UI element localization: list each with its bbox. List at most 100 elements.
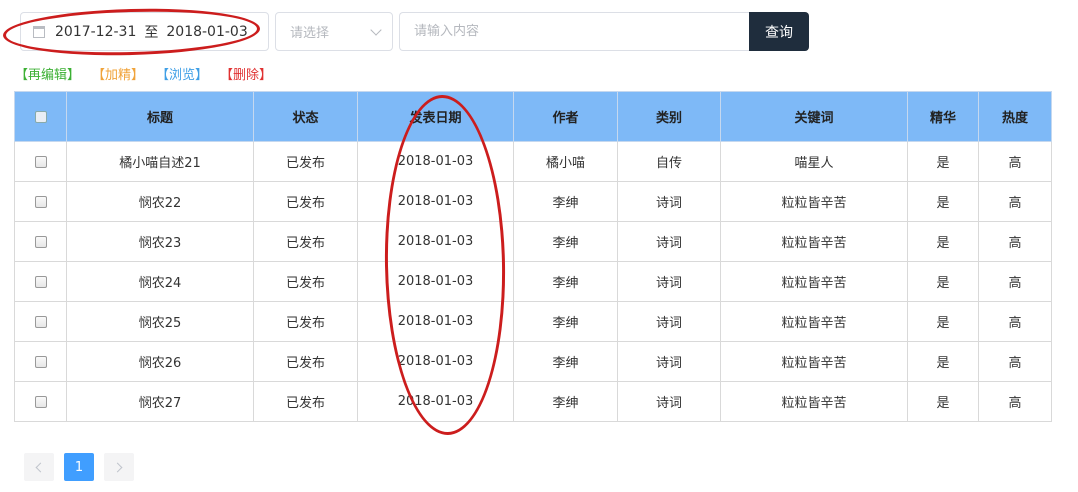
cell-author: 李绅 (513, 341, 618, 382)
table-body: 橘小喵自述21 已发布 2018-01-03 橘小喵 自传 喵星人 是 高 悯农… (14, 141, 1052, 422)
search-input[interactable] (399, 12, 749, 51)
row-checkbox[interactable] (34, 355, 47, 368)
cell-publish-date: 2018-01-03 (357, 221, 514, 262)
cell-keywords: 喵星人 (720, 141, 908, 182)
cell-keywords: 粒粒皆辛苦 (720, 181, 908, 222)
cell-category: 诗词 (617, 181, 721, 222)
edit-again-link[interactable]: 【再编辑】 (15, 64, 80, 83)
page-number-button[interactable]: 1 (64, 453, 94, 481)
cell-title: 悯农23 (66, 221, 254, 262)
cell-author: 李绅 (513, 301, 618, 342)
cell-status: 已发布 (253, 341, 358, 382)
cell-keywords: 粒粒皆辛苦 (720, 341, 908, 382)
cell-popularity: 高 (978, 181, 1052, 222)
cell-author: 橘小喵 (513, 141, 618, 182)
calendar-icon (33, 25, 45, 38)
cell-popularity: 高 (978, 221, 1052, 262)
column-header-title[interactable]: 标题 (66, 91, 254, 142)
action-links: 【再编辑】 【加精】 【浏览】 【删除】 (15, 64, 284, 83)
cell-author: 李绅 (513, 381, 618, 422)
prev-page-button[interactable] (24, 453, 54, 481)
cell-title: 橘小喵自述21 (66, 141, 254, 182)
cell-publish-date: 2018-01-03 (357, 381, 514, 422)
cell-status: 已发布 (253, 141, 358, 182)
cell-title: 悯农25 (66, 301, 254, 342)
select-all-checkbox[interactable] (34, 110, 47, 123)
cell-status: 已发布 (253, 181, 358, 222)
column-header-status[interactable]: 状态 (253, 91, 358, 142)
cell-publish-date: 2018-01-03 (357, 341, 514, 382)
cell-featured: 是 (907, 341, 979, 382)
row-checkbox[interactable] (34, 395, 47, 408)
cell-popularity: 高 (978, 381, 1052, 422)
table-header: 标题 状态 发表日期 作者 类别 关键词 精华 热度 (14, 91, 1052, 142)
cell-publish-date: 2018-01-03 (357, 261, 514, 302)
date-start[interactable]: 2017-12-31 (55, 24, 136, 40)
select-all-cell (14, 91, 67, 142)
cell-title: 悯农22 (66, 181, 254, 222)
cell-category: 诗词 (617, 221, 721, 262)
cell-popularity: 高 (978, 301, 1052, 342)
date-range-separator: 至 (144, 24, 159, 41)
cell-title: 悯农26 (66, 341, 254, 382)
cell-popularity: 高 (978, 341, 1052, 382)
row-checkbox[interactable] (34, 315, 47, 328)
cell-category: 诗词 (617, 261, 721, 302)
cell-author: 李绅 (513, 261, 618, 302)
cell-status: 已发布 (253, 261, 358, 302)
row-select-cell (14, 141, 67, 182)
row-checkbox[interactable] (34, 195, 47, 208)
row-checkbox[interactable] (34, 235, 47, 248)
table-row[interactable]: 悯农24 已发布 2018-01-03 李绅 诗词 粒粒皆辛苦 是 高 (14, 261, 1052, 302)
cell-featured: 是 (907, 141, 979, 182)
mark-featured-link[interactable]: 【加精】 (92, 64, 144, 83)
chevron-left-icon (35, 462, 46, 472)
cell-keywords: 粒粒皆辛苦 (720, 301, 908, 342)
cell-publish-date: 2018-01-03 (357, 181, 514, 222)
cell-status: 已发布 (253, 301, 358, 342)
browse-link[interactable]: 【浏览】 (156, 64, 208, 83)
pagination: 1 (24, 453, 134, 481)
cell-category: 诗词 (617, 381, 721, 422)
column-header-author[interactable]: 作者 (513, 91, 618, 142)
row-select-cell (14, 301, 67, 342)
cell-author: 李绅 (513, 181, 618, 222)
row-select-cell (14, 261, 67, 302)
cell-featured: 是 (907, 301, 979, 342)
row-select-cell (14, 381, 67, 422)
row-select-cell (14, 221, 67, 262)
articles-table: 标题 状态 发表日期 作者 类别 关键词 精华 热度 橘小喵自述21 已发布 2… (14, 91, 1052, 422)
row-checkbox[interactable] (34, 275, 47, 288)
row-select-cell (14, 181, 67, 222)
table-row[interactable]: 悯农26 已发布 2018-01-03 李绅 诗词 粒粒皆辛苦 是 高 (14, 341, 1052, 382)
table-row[interactable]: 悯农22 已发布 2018-01-03 李绅 诗词 粒粒皆辛苦 是 高 (14, 181, 1052, 222)
column-header-featured[interactable]: 精华 (907, 91, 979, 142)
cell-publish-date: 2018-01-03 (357, 141, 514, 182)
date-end[interactable]: 2018-01-03 (166, 24, 247, 40)
column-header-keywords[interactable]: 关键词 (720, 91, 908, 142)
query-button[interactable]: 查询 (749, 12, 809, 51)
cell-status: 已发布 (253, 221, 358, 262)
row-select-cell (14, 341, 67, 382)
column-header-category[interactable]: 类别 (617, 91, 721, 142)
table-row[interactable]: 橘小喵自述21 已发布 2018-01-03 橘小喵 自传 喵星人 是 高 (14, 141, 1052, 182)
cell-keywords: 粒粒皆辛苦 (720, 261, 908, 302)
filter-bar: 2017-12-31 至 2018-01-03 请选择 查询 (20, 12, 809, 51)
date-range-picker[interactable]: 2017-12-31 至 2018-01-03 (20, 12, 269, 51)
chevron-down-icon (370, 23, 382, 36)
column-header-publish-date[interactable]: 发表日期 (357, 91, 514, 142)
column-header-popularity[interactable]: 热度 (978, 91, 1052, 142)
header-row: 标题 状态 发表日期 作者 类别 关键词 精华 热度 (14, 91, 1052, 142)
row-checkbox[interactable] (34, 155, 47, 168)
cell-popularity: 高 (978, 141, 1052, 182)
delete-link[interactable]: 【删除】 (220, 64, 272, 83)
cell-publish-date: 2018-01-03 (357, 301, 514, 342)
cell-featured: 是 (907, 181, 979, 222)
cell-title: 悯农27 (66, 381, 254, 422)
table-row[interactable]: 悯农25 已发布 2018-01-03 李绅 诗词 粒粒皆辛苦 是 高 (14, 301, 1052, 342)
status-select[interactable]: 请选择 (275, 12, 393, 51)
cell-title: 悯农24 (66, 261, 254, 302)
next-page-button[interactable] (104, 453, 134, 481)
table-row[interactable]: 悯农23 已发布 2018-01-03 李绅 诗词 粒粒皆辛苦 是 高 (14, 221, 1052, 262)
table-row[interactable]: 悯农27 已发布 2018-01-03 李绅 诗词 粒粒皆辛苦 是 高 (14, 381, 1052, 422)
